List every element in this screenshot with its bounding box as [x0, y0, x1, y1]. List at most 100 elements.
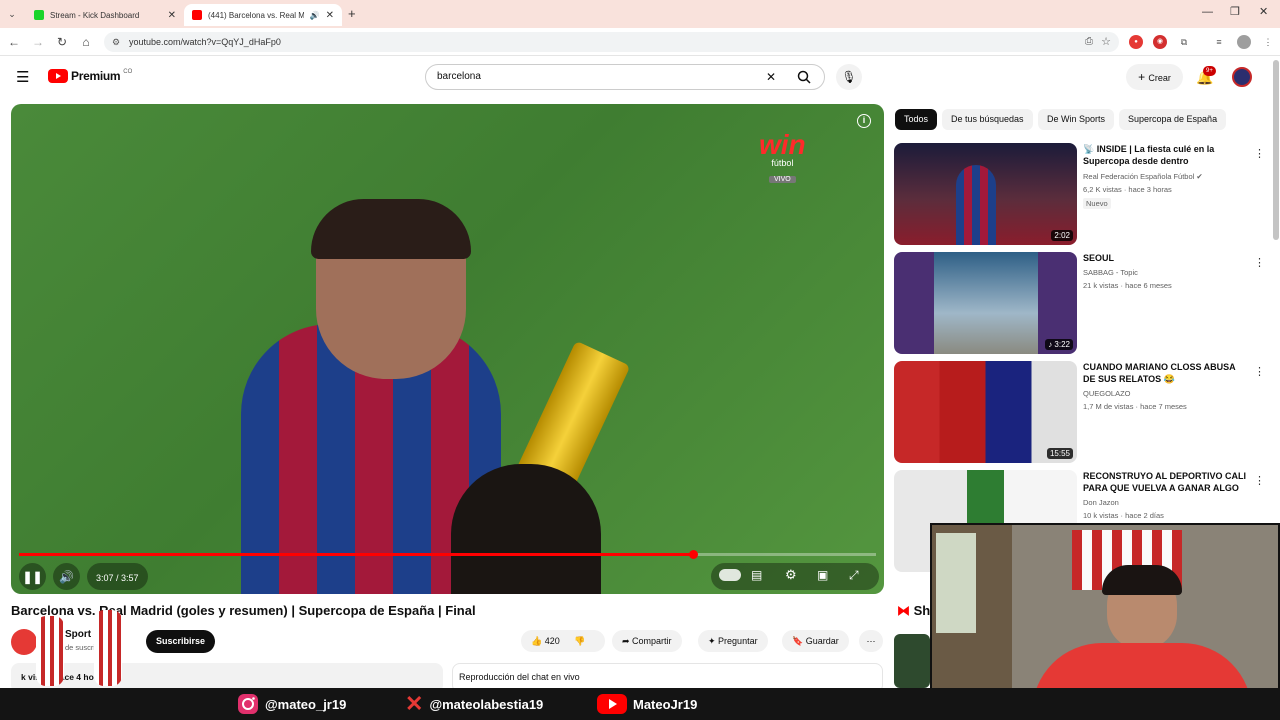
channel-text: Real Federación Española Fútbol — [1083, 172, 1195, 181]
pause-button[interactable]: ❚❚ — [19, 563, 46, 590]
browser-tab-bar: ⌄ Stream - Kick Dashboard ✕ (441) Barcel… — [0, 0, 1280, 28]
album-cover-shape — [934, 252, 1038, 354]
more-options-icon[interactable]: ⋮ — [1254, 474, 1265, 487]
video-player[interactable]: win fútbol VIVO i ❚❚ 🔊 3:07 / 3:57 ▤ ⚙ ▣… — [11, 104, 884, 594]
short-thumbnail[interactable] — [894, 634, 930, 688]
pause-icon: ❚❚ — [22, 570, 43, 584]
new-tab-button[interactable]: + — [348, 6, 356, 21]
recommendation-item[interactable]: 15:55 CUANDO MARIANO CLOSS ABUSA DE SUS … — [894, 361, 1265, 465]
restore-button[interactable]: ❐ — [1230, 5, 1240, 18]
bookmark-icon: 🔖 — [792, 636, 806, 646]
settings-gear-icon[interactable]: ⚙ — [785, 567, 797, 583]
close-window-button[interactable]: ✕ — [1259, 5, 1268, 18]
home-button[interactable]: ⌂ — [78, 34, 94, 50]
extension-icon[interactable]: ● — [1129, 35, 1143, 49]
site-info-icon[interactable]: ⚙ — [112, 32, 120, 52]
progress-scrubber[interactable] — [688, 550, 698, 559]
verified-check-icon: ✔ — [1196, 172, 1203, 181]
recommendation-stats: 1,7 M de vistas · hace 7 meses — [1083, 402, 1187, 411]
mute-button[interactable]: 🔊 — [53, 563, 80, 590]
browser-menu-icon[interactable]: ⋮ — [1261, 35, 1275, 49]
chip-todos[interactable]: Todos — [895, 109, 938, 130]
video-thumbnail[interactable]: 15:55 — [894, 361, 1077, 463]
info-icon[interactable]: i — [857, 114, 871, 128]
create-button[interactable]: + Crear — [1126, 64, 1183, 90]
progress-fill — [19, 553, 693, 556]
fullscreen-icon[interactable]: ⤢ — [849, 568, 859, 583]
adblock-extension-icon[interactable]: ◉ — [1153, 35, 1167, 49]
cast-icon[interactable]: ⎙ — [1085, 32, 1093, 52]
save-button[interactable]: 🔖 Guardar — [782, 630, 849, 652]
recommendation-title: 📡 INSIDE | La fiesta culé en la Supercop… — [1083, 143, 1248, 167]
close-tab-icon[interactable]: ✕ — [326, 10, 334, 21]
extensions-puzzle-icon[interactable]: ⧉ — [1177, 35, 1191, 49]
microphone-icon: 🎙 — [841, 70, 857, 84]
recommendation-item[interactable]: 2:02 📡 INSIDE | La fiesta culé en la Sup… — [894, 143, 1265, 247]
chip-de-win-sports[interactable]: De Win Sports — [1038, 109, 1115, 130]
search-value: barcelona — [437, 71, 481, 82]
audio-playing-icon[interactable]: 🔊 — [310, 11, 320, 20]
share-button[interactable]: ➦ Compartir — [612, 630, 682, 652]
duration-badge: 15:55 — [1046, 448, 1073, 459]
close-tab-icon[interactable]: ✕ — [168, 10, 176, 21]
subscribe-button[interactable]: Suscribirse — [146, 630, 216, 653]
recommendation-title: SEOUL — [1083, 253, 1115, 263]
stream-mascot-graphic — [14, 600, 134, 710]
account-avatar[interactable] — [1232, 67, 1252, 87]
clear-search-icon[interactable]: ✕ — [766, 65, 776, 89]
profile-avatar[interactable] — [1237, 35, 1251, 49]
mascot-figure-shape — [36, 616, 64, 686]
voice-search-button[interactable]: 🎙 — [836, 64, 862, 90]
reading-list-icon[interactable]: ≡ — [1212, 35, 1226, 49]
address-bar[interactable]: ⚙ youtube.com/watch?v=QqYJ_dHaFp0 ⎙ ☆ — [104, 32, 1119, 52]
search-button[interactable] — [785, 64, 825, 90]
youtube-icon — [597, 694, 627, 714]
dislike-button[interactable]: 👎 — [574, 636, 585, 646]
ask-button[interactable]: ✦ Preguntar — [698, 630, 768, 652]
hamburger-menu-icon[interactable]: ☰ — [16, 68, 29, 86]
autoplay-toggle[interactable] — [719, 569, 741, 581]
chip-supercopa[interactable]: Supercopa de España — [1119, 109, 1227, 130]
recommendation-channel[interactable]: Real Federación Española Fútbol ✔ — [1083, 172, 1203, 181]
more-options-icon[interactable]: ⋮ — [1254, 365, 1265, 378]
recommendation-title: CUANDO MARIANO CLOSS ABUSA DE SUS RELATO… — [1083, 362, 1236, 384]
recommendation-item[interactable]: ♪ 3:22 SEOUL SABBAG - Topic 21 k vistas … — [894, 252, 1265, 356]
recommendation-channel[interactable]: SABBAG - Topic — [1083, 268, 1138, 277]
video-thumbnail[interactable]: 2:02 — [894, 143, 1077, 245]
like-button[interactable]: 👍 420 — [531, 636, 560, 646]
recommendation-title-text: INSIDE | La fiesta culé en la Supercopa … — [1083, 144, 1215, 166]
chip-de-tus-busquedas[interactable]: De tus búsquedas — [942, 109, 1033, 130]
shorts-heading: ⧓ Sh — [897, 603, 930, 619]
recommendation-channel[interactable]: Don Jazon — [1083, 498, 1119, 507]
youtube-premium-logo[interactable]: Premium CO — [48, 69, 132, 83]
back-button[interactable]: ← — [6, 34, 22, 50]
video-thumbnail[interactable]: ♪ 3:22 — [894, 252, 1077, 354]
miniplayer-icon[interactable]: ▣ — [817, 568, 828, 582]
page-scrollbar[interactable] — [1273, 60, 1279, 240]
recommendation-channel[interactable]: QUEGOLAZO — [1083, 389, 1131, 398]
minimize-button[interactable]: — — [1202, 6, 1213, 18]
thumbs-up-icon: 👍 — [531, 636, 543, 646]
tab-youtube-video[interactable]: (441) Barcelona vs. Real Ma 🔊 ✕ — [184, 4, 342, 26]
social-instagram: @mateo_jr19 — [237, 690, 346, 718]
youtube-handle: MateoJr19 — [633, 696, 698, 712]
tab-title: Stream - Kick Dashboard — [50, 10, 140, 20]
recommendation-stats: 21 k vistas · hace 6 meses — [1083, 281, 1172, 290]
tab-list-chevron-icon[interactable]: ⌄ — [4, 6, 20, 22]
more-actions-button[interactable]: ⋯ — [859, 630, 883, 652]
more-options-icon[interactable]: ⋮ — [1254, 256, 1265, 269]
reload-button[interactable]: ↻ — [54, 34, 70, 50]
progress-track[interactable] — [19, 550, 876, 559]
search-input[interactable]: barcelona ✕ — [425, 64, 825, 90]
subtitles-icon[interactable]: ▤ — [751, 568, 762, 582]
forward-button[interactable]: → — [30, 34, 46, 50]
plus-icon: + — [1138, 70, 1149, 84]
more-options-icon[interactable]: ⋮ — [1254, 147, 1265, 160]
ask-label: Preguntar — [718, 636, 758, 646]
bookmark-star-icon[interactable]: ☆ — [1101, 32, 1111, 52]
duration-text: 3:22 — [1054, 340, 1070, 349]
thumbs-down-icon: 👎 — [574, 636, 586, 646]
like-dislike-group: 👍 420 👎 — [521, 630, 605, 652]
kick-favicon-icon — [34, 10, 44, 20]
tab-kick-dashboard[interactable]: Stream - Kick Dashboard ✕ — [26, 4, 184, 26]
